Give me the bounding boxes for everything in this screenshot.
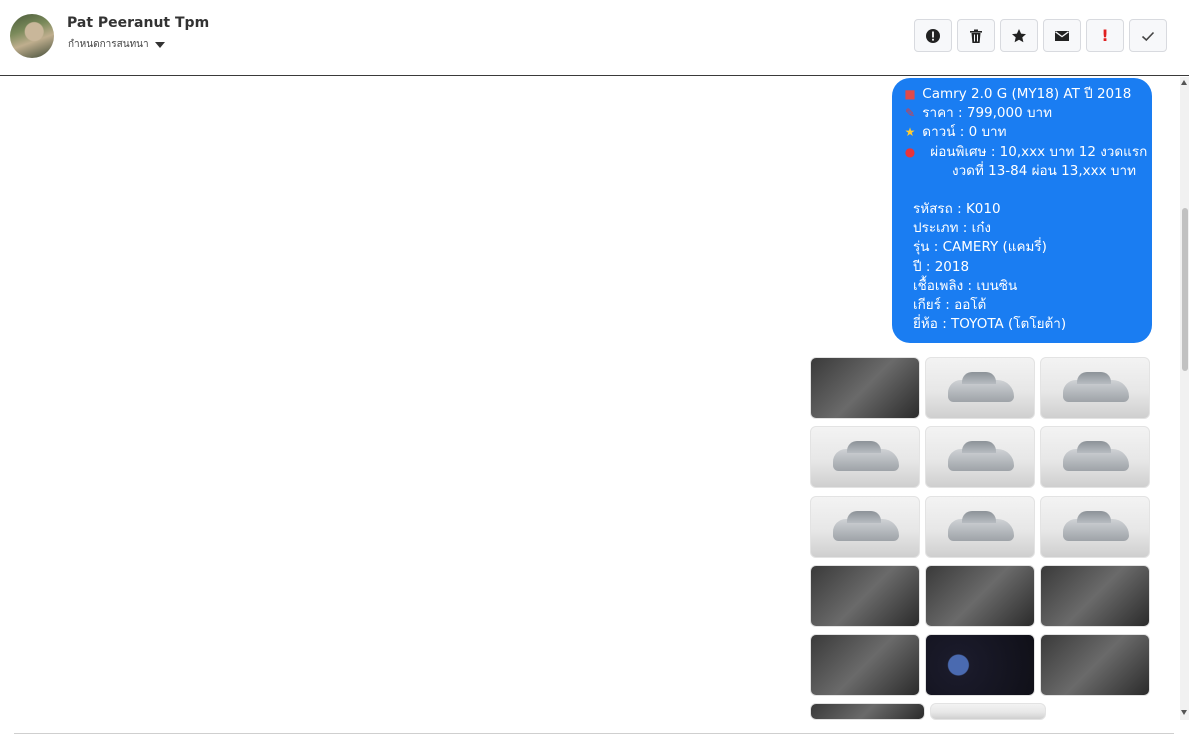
- envelope-icon: [1055, 30, 1069, 41]
- message-price-line: ✎ ราคา : 799,000 บาท: [902, 104, 1142, 123]
- message-type: ประเภท : เก๋ง: [913, 220, 991, 237]
- conversation-settings-label: กำหนดการสนทนา: [68, 39, 149, 50]
- message-model: รุ่น : CAMERY (แคมรี่): [913, 239, 1047, 256]
- car-photo-side-front[interactable]: [810, 426, 920, 488]
- car-photo-seats[interactable]: [1040, 565, 1150, 627]
- contact-name[interactable]: Pat Peeranut Tpm: [67, 15, 209, 31]
- scrollbar-thumb[interactable]: [1182, 208, 1188, 371]
- message-title: Camry 2.0 G (MY18) AT ปี 2018: [922, 86, 1132, 102]
- car-photo-engine[interactable]: [810, 357, 920, 419]
- message-code: รหัสรถ : K010: [913, 201, 1001, 218]
- car-photo-front-left[interactable]: [925, 357, 1035, 419]
- avatar[interactable]: [10, 14, 54, 58]
- car-photo-rear-right[interactable]: [810, 496, 920, 558]
- message-installment-line: ● ผ่อนพิเศษ : 10,xxx บาท 12 งวดแรก: [902, 143, 1148, 162]
- star-icon: [1012, 28, 1026, 42]
- car-photo-partial-1[interactable]: [810, 703, 925, 720]
- conversation-settings-dropdown[interactable]: กำหนดการสนทนา: [68, 37, 165, 52]
- message-gear: เกียร์ : ออโต้: [913, 297, 987, 314]
- mail-button[interactable]: [1043, 19, 1081, 52]
- message-title-line: ■ Camry 2.0 G (MY18) AT ปี 2018: [902, 85, 1142, 104]
- scrollbar-track[interactable]: [1180, 77, 1189, 720]
- message-brand: ยี่ห้อ : TOYOTA (โตโยต้า): [913, 316, 1067, 333]
- delete-button[interactable]: [957, 19, 995, 52]
- done-button[interactable]: [1129, 19, 1167, 52]
- star-emoji-icon: ★: [904, 125, 916, 140]
- check-icon: [1141, 31, 1155, 41]
- car-photo-door-panel[interactable]: [810, 565, 920, 627]
- report-button[interactable]: [914, 19, 952, 52]
- message-installment-2: งวดที่ 13-84 ผ่อน 13,xxx บาท: [952, 162, 1136, 179]
- exclamation-icon: !: [1101, 26, 1109, 45]
- message-bubble[interactable]: ■ Camry 2.0 G (MY18) AT ปี 2018 ✎ ราคา :…: [892, 78, 1152, 343]
- alert-circle-icon: [926, 28, 940, 43]
- car-photo-rear-left[interactable]: [925, 426, 1035, 488]
- pushpin-icon: ✎: [904, 106, 916, 121]
- message-installment-1: ผ่อนพิเศษ : 10,xxx บาท 12 งวดแรก: [930, 143, 1148, 160]
- car-photo-front[interactable]: [1040, 357, 1150, 419]
- scroll-down-arrow-icon[interactable]: [1181, 710, 1187, 715]
- message-down: ดาวน์ : 0 บาท: [922, 124, 1007, 141]
- car-photo-dashboard[interactable]: [925, 565, 1035, 627]
- car-icon: ■: [904, 87, 916, 101]
- trash-icon: [970, 29, 982, 43]
- car-photo-side[interactable]: [925, 496, 1035, 558]
- message-year: ปี : 2018: [913, 258, 970, 275]
- message-down-line: ★ ดาวน์ : 0 บาท: [902, 123, 1142, 142]
- car-photo-rear[interactable]: [1040, 426, 1150, 488]
- car-photo-wheel[interactable]: [1040, 496, 1150, 558]
- caret-down-icon: [154, 42, 165, 48]
- scroll-up-arrow-icon[interactable]: [1181, 80, 1187, 85]
- car-photo-console[interactable]: [810, 634, 920, 696]
- car-photo-gauges[interactable]: [925, 634, 1035, 696]
- car-photo-steering[interactable]: [1040, 634, 1150, 696]
- message-price: ราคา : 799,000 บาท: [922, 105, 1053, 122]
- action-toolbar: !: [914, 19, 1167, 52]
- car-photo-partial-2[interactable]: [930, 703, 1046, 720]
- message-fuel: เชื้อเพลิง : เบนซิน: [913, 277, 1018, 294]
- important-button[interactable]: !: [1086, 19, 1124, 52]
- star-button[interactable]: [1000, 19, 1038, 52]
- balloon-icon: ●: [904, 144, 916, 159]
- conversation-header: Pat Peeranut Tpm กำหนดการสนทนา !: [0, 0, 1189, 76]
